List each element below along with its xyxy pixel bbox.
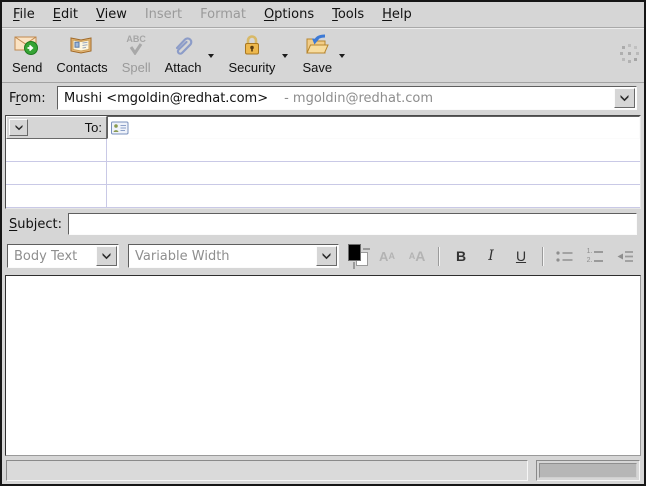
contacts-label: Contacts [56,60,107,75]
progress-bar-trough [539,463,637,478]
menu-bar: File Edit View Insert Format Options Too… [2,2,644,28]
recipient-row-address-cell [107,162,640,184]
progress-bar-frame [536,460,640,481]
paragraph-style-dropdown-button[interactable] [96,246,117,266]
increase-font-size-button: AA [404,243,430,269]
toolbar-separator [438,247,440,266]
save-label: Save [302,60,332,75]
numbered-list-icon: 1. 2. [587,248,604,264]
recipient-empty-row [6,185,640,208]
outdent-icon [615,249,635,264]
save-button[interactable]: Save [296,31,351,76]
foreground-color-swatch [348,244,361,261]
to-field-type-button[interactable]: To: [6,116,107,139]
message-body-editor[interactable] [5,275,641,456]
italic-button[interactable]: I [478,243,504,269]
send-button[interactable]: Send [6,31,48,76]
save-menu-arrow[interactable] [339,54,345,58]
font-family-select[interactable]: Variable Width [128,244,339,268]
numbered-list-button[interactable]: 1. 2. [582,243,608,269]
recipient-row-type-cell [6,162,107,184]
font-family-dropdown-button[interactable] [316,246,337,266]
chevron-down-icon [101,252,112,260]
contacts-icon [69,32,95,58]
recipient-row-address-cell [107,139,640,161]
bullet-list-button[interactable] [552,243,578,269]
menu-edit[interactable]: Edit [44,4,87,25]
attach-icon [170,32,196,58]
security-label: Security [228,60,275,75]
recipient-row-type-cell [6,185,107,207]
decrease-font-size-button: AA [374,243,400,269]
menu-tools[interactable]: Tools [323,4,373,25]
format-toolbar: Body Text Variable Width AA [2,239,644,273]
security-icon [241,32,263,58]
recipient-row-address-cell [107,185,640,207]
bold-button[interactable]: B [448,243,474,269]
status-bar [2,456,644,484]
subject-label: Subject: [9,217,68,232]
to-address-entry[interactable] [107,116,640,139]
attach-menu-arrow[interactable] [208,54,214,58]
decrease-font-icon: A [379,249,388,264]
security-menu-arrow[interactable] [282,54,288,58]
contact-card-icon [111,121,129,135]
recipient-header-row: To: [6,116,640,139]
subject-row: Subject: [2,209,644,239]
font-family-value: Variable Width [135,249,230,264]
contacts-button[interactable]: Contacts [50,31,113,76]
subject-input[interactable] [68,213,637,235]
spell-label: Spell [122,60,151,75]
menu-help[interactable]: Help [373,4,421,25]
status-message-area [6,460,528,481]
attach-label: Attach [165,60,202,75]
recipients-panel: To: [5,115,641,209]
to-label: To: [28,120,102,135]
send-label: Send [12,60,42,75]
chevron-down-icon [14,124,24,131]
chevron-down-icon [321,252,332,260]
from-account-email: - mgoldin@redhat.com [284,91,433,106]
menu-options[interactable]: Options [255,4,323,25]
underline-button[interactable]: U [508,243,534,269]
to-dropdown-button[interactable] [9,119,28,136]
menu-insert: Insert [136,4,191,25]
send-icon [14,32,40,58]
menu-format: Format [191,4,255,25]
main-toolbar: Send Contacts ABC [2,28,644,83]
toolbar-separator [542,247,544,266]
from-account-value: Mushi <mgoldin@redhat.com> [64,91,268,106]
from-row: From: Mushi <mgoldin@redhat.com> - mgold… [2,83,644,113]
to-address-input[interactable] [132,120,636,135]
paragraph-style-select[interactable]: Body Text [7,244,119,268]
chevron-down-icon [619,94,630,102]
compose-window: File Edit View Insert Format Options Too… [0,0,646,486]
from-label: From: [9,91,57,106]
from-account-select[interactable]: Mushi <mgoldin@redhat.com> - mgoldin@red… [57,86,637,110]
recipient-empty-row [6,139,640,162]
outdent-button[interactable] [612,243,638,269]
security-button[interactable]: Security [222,31,294,76]
recipient-row-type-cell [6,139,107,161]
text-color-picker[interactable] [346,243,372,269]
menu-view[interactable]: View [87,4,136,25]
attach-button[interactable]: Attach [159,31,221,76]
menu-file[interactable]: File [4,4,44,25]
save-icon [304,32,330,58]
bullet-list-icon [555,249,575,264]
from-dropdown-button[interactable] [614,88,635,108]
spell-icon: ABC [126,32,146,58]
paragraph-style-value: Body Text [14,249,77,264]
activity-throbber-icon [628,52,631,55]
spell-button: ABC Spell [116,31,157,76]
recipient-empty-row [6,162,640,185]
